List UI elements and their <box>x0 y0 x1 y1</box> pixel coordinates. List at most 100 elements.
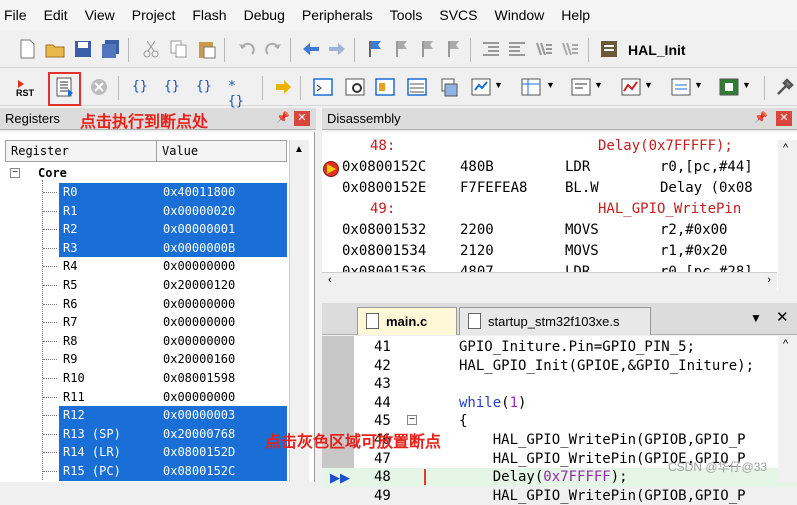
register-row[interactable]: R3 0x0000000B <box>5 238 287 258</box>
register-row[interactable]: R10 0x08001598 <box>5 369 287 388</box>
save-all-icon[interactable] <box>100 38 122 60</box>
reset-icon[interactable]: RST <box>14 76 40 98</box>
registers-window-icon[interactable] <box>406 76 428 98</box>
analysis-window-icon[interactable] <box>620 76 642 98</box>
tabs-dropdown-icon[interactable]: ▼ <box>750 311 762 325</box>
close-icon[interactable]: ✕ <box>776 111 792 126</box>
serial-window-icon[interactable] <box>570 76 592 98</box>
chevron-down-icon[interactable]: ▼ <box>742 80 764 102</box>
call-stack-window-icon[interactable] <box>438 76 460 98</box>
scroll-left-icon[interactable]: ‹ <box>328 274 332 286</box>
register-value[interactable]: 0x0800152D <box>163 445 235 459</box>
core-group-label[interactable]: Core <box>38 166 67 180</box>
watch-window-icon[interactable] <box>470 76 492 98</box>
menu-item[interactable]: Debug <box>244 7 285 23</box>
indent-icon[interactable] <box>480 38 502 60</box>
comment-icon[interactable] <box>532 38 554 60</box>
column-header-value[interactable]: Value <box>156 141 198 161</box>
menu-item[interactable]: Tools <box>390 7 423 23</box>
run-to-cursor-icon[interactable]: *{} <box>228 79 250 109</box>
open-folder-icon[interactable] <box>44 38 66 60</box>
disassembly-line[interactable]: 0x08001534 2120 MOVS r1,#0x20 <box>322 243 777 264</box>
chevron-down-icon[interactable]: ▼ <box>594 80 616 102</box>
bookmark-next-icon[interactable] <box>416 38 438 60</box>
step-out-icon[interactable]: {} <box>196 79 218 101</box>
chevron-down-icon[interactable]: ▼ <box>644 80 666 102</box>
symbols-window-icon[interactable] <box>374 76 396 98</box>
menu-item[interactable]: Peripherals <box>302 7 373 23</box>
register-value[interactable]: 0x00000001 <box>163 222 235 236</box>
new-file-icon[interactable] <box>16 38 38 60</box>
register-value[interactable]: 0x40011800 <box>163 185 235 199</box>
register-value[interactable]: 0x20000120 <box>163 278 235 292</box>
unindent-icon[interactable] <box>506 38 528 60</box>
menu-item[interactable]: Flash <box>192 7 226 23</box>
register-value[interactable]: 0x00000000 <box>163 297 235 311</box>
register-value[interactable]: 0x00000000 <box>163 334 235 348</box>
register-row[interactable]: R6 0x00000000 <box>5 295 287 314</box>
menu-item[interactable]: File <box>4 7 27 23</box>
register-row[interactable]: R2 0x00000001 <box>5 220 287 239</box>
close-icon[interactable]: ✕ <box>294 111 310 126</box>
register-row[interactable]: R5 0x20000120 <box>5 276 287 295</box>
register-value[interactable]: 0x20000160 <box>163 352 235 366</box>
register-value[interactable]: 0x20000768 <box>163 427 235 441</box>
bookmark-prev-icon[interactable] <box>390 38 412 60</box>
paste-icon[interactable] <box>196 38 218 60</box>
disassembly-window-icon[interactable] <box>344 76 366 98</box>
menu-item[interactable]: Edit <box>44 7 68 23</box>
menu-item[interactable]: Project <box>132 7 176 23</box>
register-row[interactable]: R13 (SP) 0x20000768 <box>5 424 287 444</box>
register-value[interactable]: 0x00000020 <box>163 204 235 218</box>
copy-icon[interactable] <box>168 38 190 60</box>
code-line[interactable]: 41 GPIO_Initure.Pin=GPIO_PIN_5; <box>322 338 797 357</box>
menu-item[interactable]: View <box>85 7 115 23</box>
step-into-icon[interactable]: {} <box>132 79 154 101</box>
register-value[interactable]: 0x00000000 <box>163 315 235 329</box>
close-icon[interactable]: ✕ <box>776 308 789 326</box>
tab-main-c[interactable]: main.c <box>357 307 457 335</box>
register-row[interactable]: R1 0x00000020 <box>5 201 287 221</box>
code-line[interactable]: 44 while(1) <box>322 394 797 413</box>
register-row[interactable]: R14 (LR) 0x0800152D <box>5 443 287 462</box>
target-label[interactable]: HAL_Init <box>628 42 686 58</box>
chevron-down-icon[interactable]: ▼ <box>694 80 716 102</box>
register-row[interactable]: R9 0x20000160 <box>5 350 287 369</box>
cut-icon[interactable] <box>140 38 162 60</box>
stop-icon[interactable] <box>88 76 110 98</box>
system-viewer-icon[interactable] <box>718 76 740 98</box>
scroll-up-icon[interactable]: ▲ <box>294 144 304 155</box>
disassembly-line[interactable]: 48: Delay(0x7FFFFF); <box>322 138 777 159</box>
register-row[interactable]: R12 0x00000003 <box>5 406 287 425</box>
collapse-core-icon[interactable]: − <box>10 168 20 178</box>
fold-icon[interactable]: − <box>407 415 417 426</box>
step-over-icon[interactable]: {} <box>164 79 186 101</box>
command-window-icon[interactable] <box>312 76 334 98</box>
chevron-down-icon[interactable]: ▼ <box>494 80 516 102</box>
register-value[interactable]: 0x0800152C <box>163 464 235 478</box>
register-value[interactable]: 0x00000003 <box>163 408 235 422</box>
column-header-register[interactable]: Register <box>11 144 69 158</box>
scroll-up-icon[interactable]: ^ <box>783 338 788 350</box>
editor-vscrollbar[interactable]: ^ <box>778 336 797 482</box>
memory-window-icon[interactable] <box>520 76 542 98</box>
undo-icon[interactable] <box>236 38 258 60</box>
code-line[interactable]: 43 <box>322 375 797 394</box>
menu-item[interactable]: Window <box>495 7 545 23</box>
register-value[interactable]: 0x0000000B <box>163 241 235 255</box>
bookmark-clear-icon[interactable] <box>442 38 464 60</box>
register-row[interactable]: R7 0x00000000 <box>5 313 287 332</box>
redo-icon[interactable] <box>262 38 284 60</box>
menu-item[interactable]: SVCS <box>439 7 477 23</box>
register-row[interactable]: R4 0x00000000 <box>5 257 287 276</box>
register-row[interactable]: R0 0x40011800 <box>5 183 287 202</box>
scroll-up-icon[interactable]: ^ <box>783 142 788 154</box>
register-row[interactable]: R15 (PC) 0x0800152C <box>5 462 287 481</box>
save-icon[interactable] <box>72 38 94 60</box>
disassembly-line[interactable]: 0x08001532 2200 MOVS r2,#0x00 <box>322 222 777 243</box>
target-icon[interactable] <box>598 38 620 60</box>
chevron-down-icon[interactable]: ▼ <box>546 80 568 102</box>
disassembly-vscrollbar[interactable]: ^ <box>778 140 797 290</box>
uncomment-icon[interactable] <box>558 38 580 60</box>
code-line[interactable]: 49 HAL_GPIO_WritePin(GPIOB,GPIO_P <box>322 487 797 505</box>
